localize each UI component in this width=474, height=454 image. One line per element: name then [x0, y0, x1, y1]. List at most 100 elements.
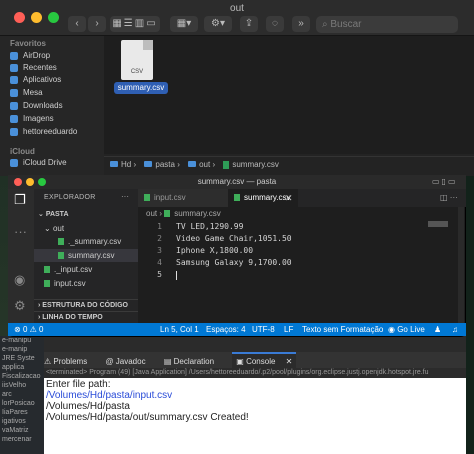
path-bar: Hd › pasta › out › summary.csv: [104, 156, 474, 176]
line-number: 3: [157, 246, 162, 255]
minimize-window-button[interactable]: [26, 178, 34, 186]
tree-file-selected[interactable]: summary.csv: [34, 249, 138, 262]
sidebar-item-airdrop[interactable]: AirDrop: [10, 50, 50, 61]
package-item[interactable]: e-manipu: [2, 336, 44, 345]
path-item-pasta[interactable]: pasta: [155, 157, 175, 173]
favorites-heading: Favoritos: [10, 39, 47, 48]
forward-button[interactable]: ›: [88, 16, 106, 32]
action-button[interactable]: ⚙▾: [204, 16, 232, 32]
path-item-file[interactable]: summary.csv: [232, 157, 279, 173]
tree-root[interactable]: ⌄ PASTA: [34, 208, 138, 221]
outline-section[interactable]: › ESTRUTURA DO CÓDIGO: [34, 299, 138, 311]
tag-button[interactable]: ◌: [266, 16, 284, 32]
cursor-position[interactable]: Ln 5, Col 1: [160, 323, 199, 336]
editor-actions[interactable]: ◫ ···: [440, 189, 458, 207]
line-number: 2: [157, 234, 162, 243]
back-button[interactable]: ‹: [68, 16, 86, 32]
sidebar-item-aplicativos[interactable]: Aplicativos: [10, 74, 61, 85]
go-live-button[interactable]: ◉ Go Live: [388, 323, 425, 336]
encoding-status[interactable]: UTF-8: [252, 323, 275, 336]
sidebar-item-mesa[interactable]: Mesa: [10, 87, 43, 98]
ellipsis-icon[interactable]: ···: [121, 192, 129, 201]
close-icon[interactable]: ✕: [285, 189, 293, 207]
tree-file[interactable]: ._input.csv: [34, 263, 138, 276]
package-item[interactable]: e-manip: [2, 345, 44, 354]
image-icon: [10, 114, 18, 123]
breadcrumb-item[interactable]: summary.csv: [174, 209, 221, 218]
broadcast-icon: ◉: [388, 325, 398, 334]
more-icon[interactable]: ···: [14, 224, 27, 239]
code-line: Iphone X,1800.00: [176, 246, 254, 255]
close-window-button[interactable]: [14, 178, 22, 186]
layout-controls[interactable]: ▭▯▭: [432, 177, 462, 187]
finder-content: [104, 36, 474, 154]
eol-status[interactable]: LF: [284, 323, 293, 336]
console-output[interactable]: Enter file path: /Volumes/Hd/pasta/input…: [44, 378, 466, 454]
tree-file[interactable]: ._summary.csv: [34, 235, 138, 248]
problems-status[interactable]: ⊗ 0 ⚠ 0: [14, 323, 43, 336]
chevron-left-icon: ‹: [75, 18, 79, 29]
maximize-window-button[interactable]: [38, 178, 46, 186]
search-input[interactable]: ⌕ Buscar: [316, 16, 458, 33]
tab-input-csv[interactable]: input.csv: [138, 189, 228, 207]
group-icon: ▦▾: [176, 18, 192, 29]
cloud-icon: [10, 158, 18, 167]
csv-icon: [164, 210, 171, 218]
package-item[interactable]: IiaPares: [2, 408, 44, 417]
icloud-heading: iCloud: [10, 147, 35, 156]
explorer-heading: EXPLORADOR: [44, 194, 96, 201]
code-line: TV LED,1290.99: [176, 222, 244, 231]
console-line: Enter file path:: [46, 379, 111, 390]
explorer-icon[interactable]: ❐: [14, 192, 26, 208]
file-name-label[interactable]: summary.csv: [114, 82, 168, 94]
tree-file[interactable]: input.csv: [34, 277, 138, 290]
sidebar-item-recentes[interactable]: Recentes: [10, 62, 57, 73]
chevron-down-icon: ⌄: [38, 211, 46, 218]
csv-icon: [58, 252, 64, 260]
folder-icon: [144, 161, 153, 167]
package-item[interactable]: iisVelho: [2, 381, 44, 390]
package-item[interactable]: arc: [2, 390, 44, 399]
package-item[interactable]: mercenar: [2, 435, 44, 444]
download-icon: [10, 101, 18, 110]
path-item-hd[interactable]: Hd: [121, 157, 131, 173]
vertical-scrollbar[interactable]: [458, 207, 464, 323]
view-mode-buttons[interactable]: ▦☰▥▭: [110, 16, 160, 32]
package-item[interactable]: Fiscalizacao: [2, 372, 44, 381]
package-item[interactable]: vaMatriz: [2, 426, 44, 435]
share-button[interactable]: ⇪: [240, 16, 258, 32]
package-item[interactable]: applica: [2, 363, 44, 372]
sidebar-item-home[interactable]: hettoreeduardo: [10, 126, 77, 137]
minimap[interactable]: [428, 221, 448, 227]
code-line: Video Game Chair,1051.50: [176, 234, 292, 243]
language-mode[interactable]: Texto sem Formatação: [302, 323, 383, 336]
chevron-down-icon: ⌄: [44, 224, 53, 233]
csv-icon: [44, 266, 50, 274]
sidebar-item-icloud-drive[interactable]: iCloud Drive: [10, 157, 67, 168]
more-button[interactable]: »: [292, 16, 310, 32]
package-item[interactable]: igativos: [2, 417, 44, 426]
timeline-section[interactable]: › LINHA DO TEMPO: [34, 311, 138, 323]
error-icon: ⊗: [14, 325, 23, 334]
indentation-status[interactable]: Espaços: 4: [206, 323, 246, 336]
console-line: /Volumes/Hd/pasta: [46, 401, 130, 412]
breadcrumb-item[interactable]: out: [146, 209, 157, 218]
package-item[interactable]: lorPosicao: [2, 399, 44, 408]
vscode-title: summary.csv — pasta: [8, 175, 466, 189]
account-status-icon[interactable]: ♟: [434, 323, 441, 336]
share-icon: ⇪: [244, 18, 254, 29]
sidebar-item-imagens[interactable]: Imagens: [10, 113, 54, 124]
gear-icon[interactable]: ⚙: [14, 298, 26, 314]
group-button[interactable]: ▦▾: [170, 16, 198, 32]
text-cursor: [176, 271, 177, 280]
notification-bell-icon[interactable]: ♫: [452, 323, 458, 336]
breadcrumb: out › summary.csv: [146, 208, 221, 220]
layout-icon: ▭▯▭: [432, 177, 458, 186]
finder-title: out: [230, 3, 244, 14]
package-item[interactable]: JRE Syste: [2, 354, 44, 363]
account-icon[interactable]: ◉: [14, 272, 25, 288]
tree-folder-out[interactable]: ⌄ out: [34, 222, 138, 235]
clock-icon: [10, 63, 18, 72]
path-item-out[interactable]: out: [199, 157, 210, 173]
sidebar-item-downloads[interactable]: Downloads: [10, 100, 63, 111]
